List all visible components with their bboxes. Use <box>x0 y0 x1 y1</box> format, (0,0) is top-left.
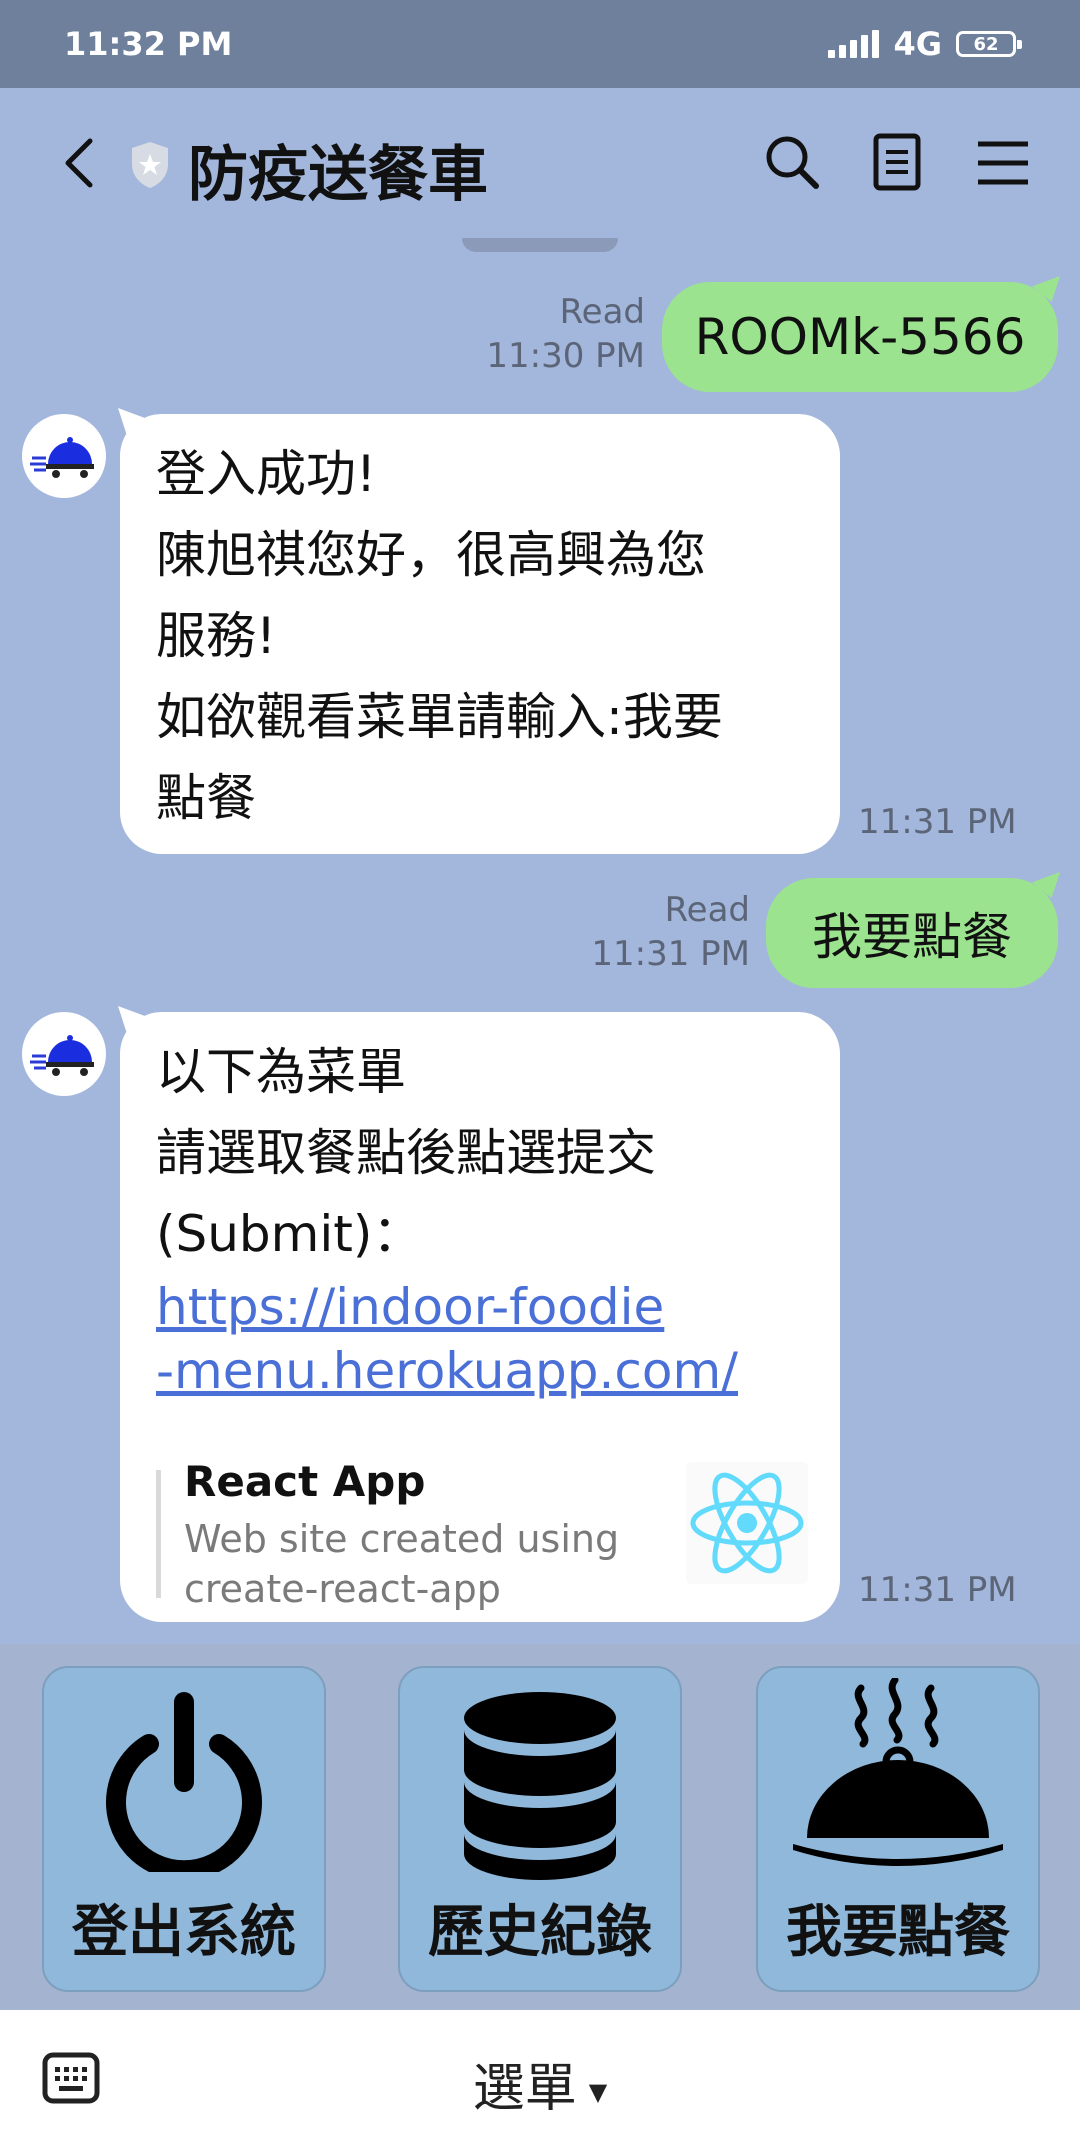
message-time: 11:31 PM <box>858 802 1017 842</box>
preview-divider <box>156 1470 161 1598</box>
battery-icon: 62 <box>956 31 1022 57</box>
status-time: 11:32 PM <box>64 25 233 63</box>
message-line: 陳旭祺您好，很高興為您 <box>156 526 706 584</box>
message-line: 登入成功! <box>156 445 377 503</box>
search-icon[interactable] <box>760 130 826 196</box>
message-line: 點餐 <box>156 769 256 827</box>
network-type: 4G <box>893 25 942 63</box>
bot-avatar[interactable] <box>22 414 106 498</box>
history-button[interactable]: 歷史紀錄 <box>398 1666 682 1992</box>
preview-title: React App <box>184 1457 426 1506</box>
outgoing-message[interactable]: 我要點餐 <box>766 878 1058 988</box>
logout-label: 登出系統 <box>72 1900 296 1965</box>
bottom-bar: 選單 ▼ <box>0 2010 1080 2150</box>
read-receipt: Read <box>559 292 645 332</box>
react-logo-icon <box>690 1472 804 1574</box>
message-time: 11:31 PM <box>858 1570 1017 1610</box>
incoming-message[interactable]: 以下為菜單 請選取餐點後點選提交 (Submit)： https://indoo… <box>120 1012 840 1622</box>
signal-icon <box>828 30 880 58</box>
message-line: 請選取餐點後點選提交 <box>156 1124 656 1182</box>
read-receipt: Read <box>664 890 750 930</box>
menu-icon[interactable] <box>970 130 1036 196</box>
preview-thumbnail <box>686 1462 808 1584</box>
link-preview-card[interactable]: React App Web site created using create-… <box>156 1452 808 1612</box>
caret-down-icon: ▼ <box>588 2078 608 2106</box>
battery-level: 62 <box>973 33 999 55</box>
history-label: 歷史紀錄 <box>428 1900 652 1965</box>
delivery-cart-icon <box>30 437 94 478</box>
logout-button[interactable]: 登出系統 <box>42 1666 326 1992</box>
food-cloche-icon <box>793 1678 1003 1866</box>
chat-header: 防疫送餐車 <box>0 88 1080 238</box>
notes-icon[interactable] <box>864 130 930 196</box>
shield-icon <box>132 142 168 188</box>
scroll-handle <box>462 238 618 252</box>
power-icon <box>106 1692 262 1872</box>
order-food-label: 我要點餐 <box>786 1900 1010 1965</box>
outgoing-message[interactable]: ROOMk-5566 <box>662 282 1058 392</box>
preview-description: Web site created using create-react-app <box>184 1517 620 1611</box>
menu-toggle[interactable]: 選單 ▼ <box>0 2046 1080 2121</box>
back-icon[interactable] <box>52 133 112 193</box>
incoming-message[interactable]: 登入成功! 陳旭祺您好，很高興為您 服務! 如欲觀看菜單請輸入:我要 點餐 <box>120 414 840 854</box>
message-time: 11:31 PM <box>591 934 750 974</box>
chat-title: 防疫送餐車 <box>188 140 488 210</box>
message-line: 如欲觀看菜單請輸入:我要 <box>156 688 723 746</box>
message-text: ROOMk-5566 <box>694 308 1026 366</box>
status-bar: 11:32 PM 4G 62 <box>0 0 1080 88</box>
link-line[interactable]: https://indoor-foodie <box>156 1275 804 1339</box>
message-line: (Submit)： <box>156 1205 423 1263</box>
message-time: 11:30 PM <box>486 336 645 376</box>
rich-menu: 登出系統 歷史紀錄 我要點餐 <box>0 1644 1080 2010</box>
bot-avatar[interactable] <box>22 1012 106 1096</box>
message-text: 我要點餐 <box>812 908 1012 966</box>
menu-toggle-label: 選單 <box>472 2059 577 2119</box>
order-food-button[interactable]: 我要點餐 <box>756 1666 1040 1992</box>
delivery-cart-icon <box>30 1035 94 1076</box>
menu-link[interactable]: https://indoor-foodie -menu.herokuapp.co… <box>156 1275 804 1403</box>
message-meta: Read 11:31 PM <box>591 888 750 976</box>
link-line[interactable]: -menu.herokuapp.com/ <box>156 1339 804 1403</box>
message-line: 服務! <box>156 607 277 665</box>
database-icon <box>464 1692 616 1880</box>
message-meta: Read 11:30 PM <box>486 290 645 378</box>
message-line: 以下為菜單 <box>156 1043 406 1101</box>
